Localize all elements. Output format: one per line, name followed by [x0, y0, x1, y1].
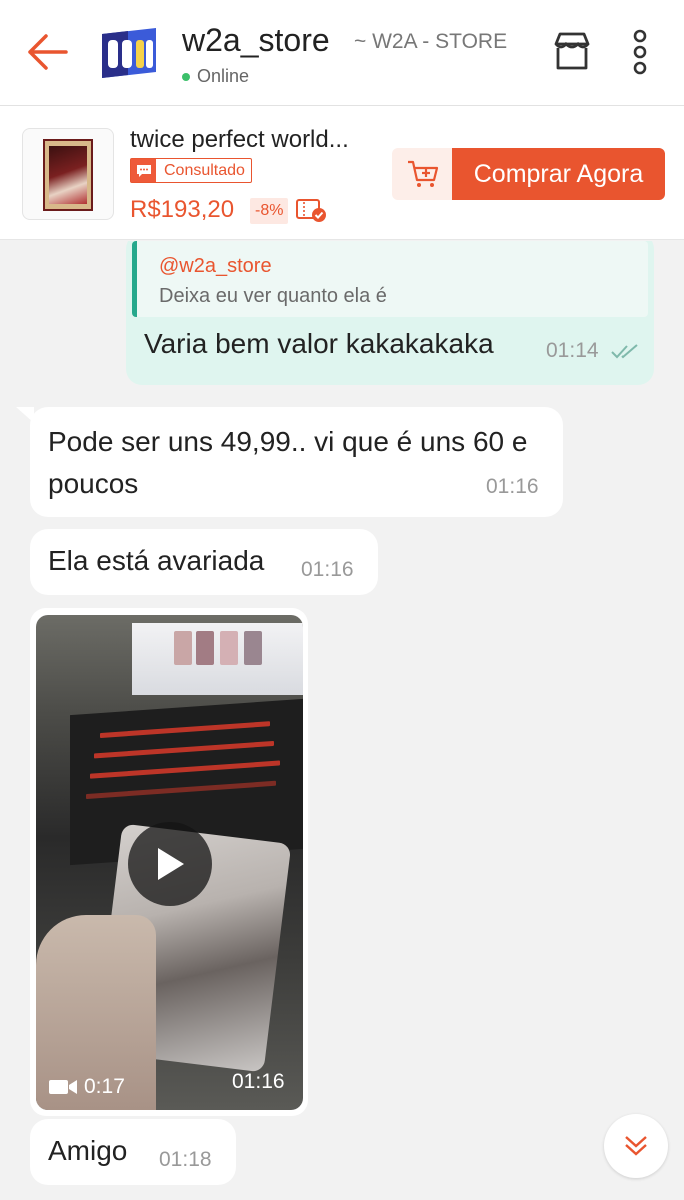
- message-text: Amigo: [48, 1135, 128, 1166]
- consulted-badge: Consultado: [130, 158, 252, 183]
- message-time: 01:16: [232, 1070, 285, 1093]
- double-check-icon: [611, 344, 638, 359]
- shop-icon: [554, 32, 590, 70]
- add-to-cart-icon: [408, 160, 439, 187]
- scroll-to-bottom-button[interactable]: [604, 1114, 668, 1178]
- quoted-message[interactable]: @w2a_store Deixa eu ver quanto ela é: [132, 241, 648, 317]
- online-status-label: Online: [197, 66, 250, 86]
- video-duration-label: 0:17: [84, 1075, 125, 1098]
- incoming-message[interactable]: Pode ser uns 49,99.. vi que é uns 60 e p…: [16, 407, 563, 517]
- incoming-message[interactable]: Amigo 01:18: [30, 1119, 236, 1185]
- buy-now-button[interactable]: Comprar Agora: [452, 148, 665, 200]
- outgoing-message[interactable]: @w2a_store Deixa eu ver quanto ela é Var…: [126, 241, 654, 385]
- product-title[interactable]: twice perfect world...: [130, 126, 349, 154]
- message-text: Pode ser uns 49,99.. vi que é uns 60 e p…: [48, 426, 528, 499]
- incoming-message[interactable]: Ela está avariada 01:16: [30, 529, 378, 595]
- more-options-button[interactable]: [624, 26, 656, 78]
- play-icon: [158, 848, 184, 880]
- consulted-label: Consultado: [164, 161, 245, 179]
- play-button[interactable]: [128, 822, 212, 906]
- quoted-user: @w2a_store: [159, 255, 272, 277]
- chevron-double-down-icon: [625, 1136, 647, 1156]
- message-text: Ela está avariada: [48, 545, 265, 576]
- chat-messages[interactable]: @w2a_store Deixa eu ver quanto ela é Var…: [0, 241, 684, 1200]
- message-text: Varia bem valor kakakakaka: [144, 328, 494, 359]
- back-button[interactable]: [22, 30, 70, 74]
- shop-logo[interactable]: [98, 26, 160, 80]
- add-to-cart-button[interactable]: [392, 148, 454, 200]
- product-price: R$193,20: [130, 196, 235, 223]
- arrow-left-icon: [28, 34, 68, 70]
- message-time: 01:14: [546, 339, 599, 362]
- video-duration: 0:17: [48, 1075, 125, 1099]
- product-photocard-image: [43, 139, 93, 211]
- online-status: Online: [182, 66, 249, 87]
- more-vertical-icon: [633, 29, 647, 75]
- discount-badge: -8%: [250, 198, 289, 224]
- message-time: 01:16: [486, 475, 539, 498]
- video-camera-icon: [49, 1080, 77, 1094]
- message-time: 01:16: [301, 558, 354, 581]
- quoted-text: Deixa eu ver quanto ela é: [159, 285, 387, 307]
- video-scene-monitor: [132, 623, 303, 695]
- chat-header: w2a_store ~ W2A - STORE Online: [0, 0, 684, 106]
- video-thumbnail[interactable]: 0:17 01:16: [36, 615, 303, 1110]
- shop-logo-image: [102, 28, 156, 78]
- product-bar: twice perfect world... Consultado R$193,…: [0, 106, 684, 240]
- voucher-icon: [296, 198, 328, 224]
- video-message[interactable]: 0:17 01:16: [30, 608, 308, 1116]
- online-dot-icon: [182, 72, 190, 81]
- shop-subtitle: ~ W2A - STORE: [354, 30, 508, 53]
- message-time: 01:18: [159, 1148, 212, 1171]
- product-thumbnail[interactable]: [22, 128, 114, 220]
- store-button[interactable]: [550, 28, 594, 76]
- chat-bubble-icon: [131, 159, 156, 182]
- shop-name[interactable]: w2a_store: [182, 22, 330, 59]
